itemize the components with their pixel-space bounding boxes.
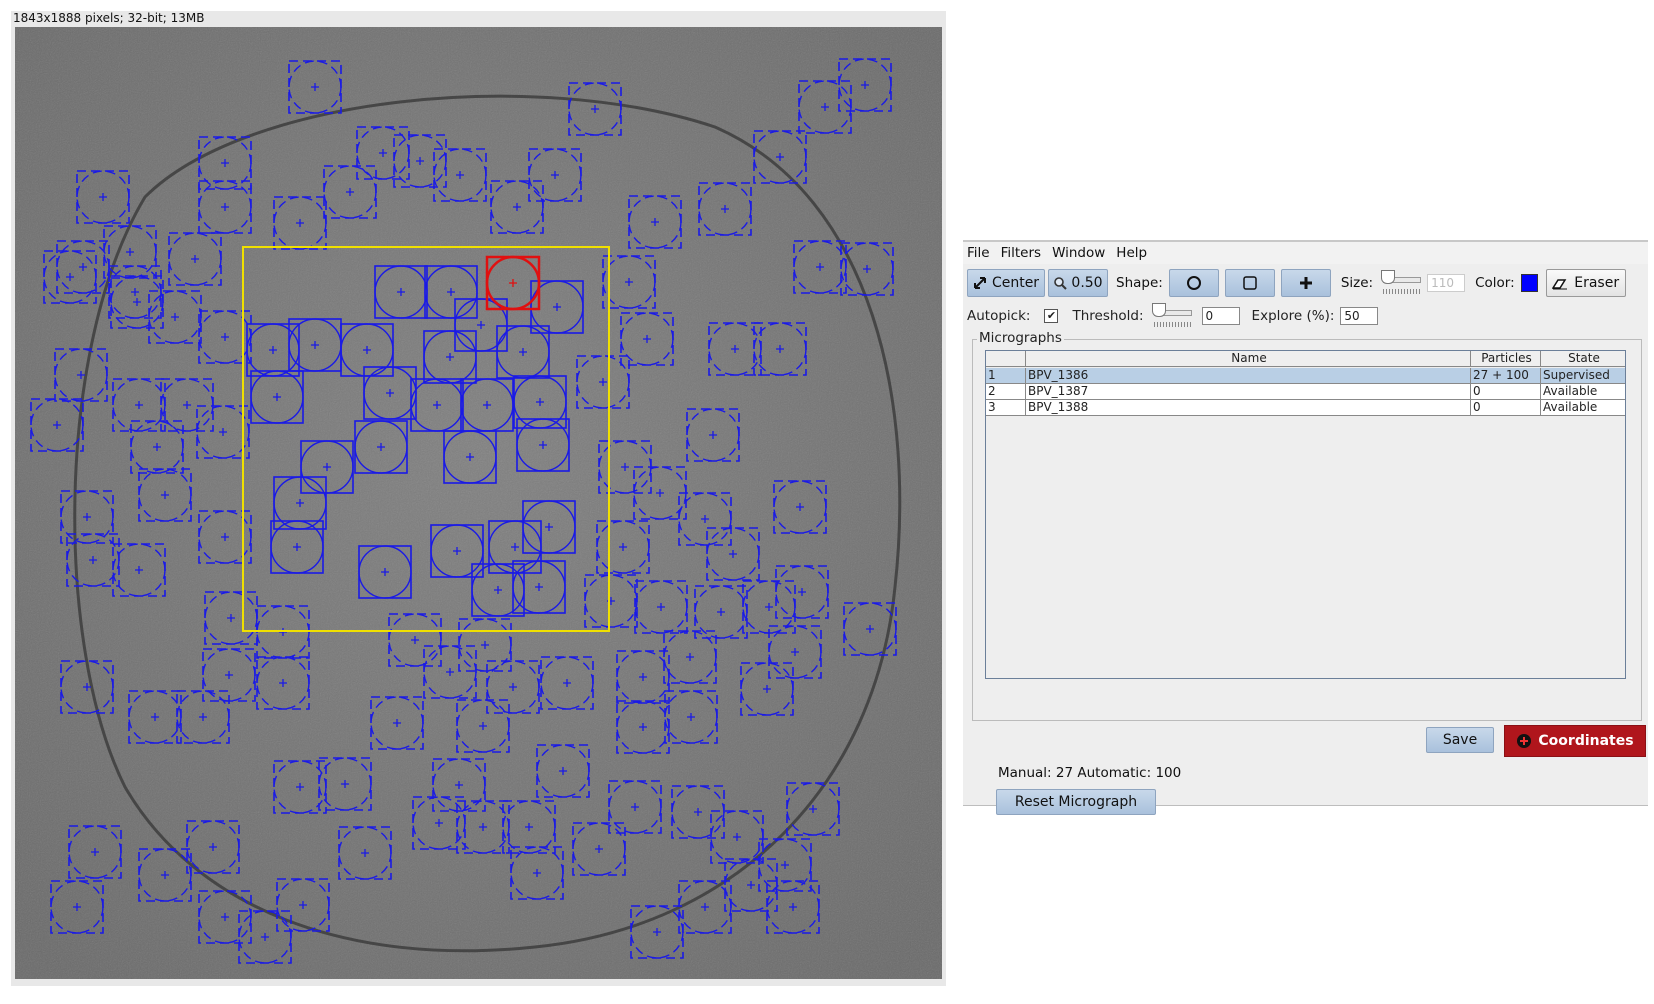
micrograph-image[interactable] [15,27,942,979]
menu-help[interactable]: Help [1112,245,1154,261]
crosshair-arrows-icon [973,277,986,289]
column-header-state[interactable]: State [1541,351,1625,367]
explore-field[interactable]: 50 [1340,307,1379,325]
autopick-checkbox[interactable]: ✔ [1044,309,1059,323]
row-name: BPV_1388 [1026,400,1471,416]
row-particles: 27 + 100 [1471,368,1541,384]
row-particles: 0 [1471,400,1541,416]
size-field[interactable]: 110 [1427,274,1466,292]
table-row[interactable]: 1 BPV_1386 27 + 100 Supervised [986,368,1625,384]
micrograph-noise [15,27,942,979]
column-header-particles[interactable]: Particles [1471,351,1541,367]
shape-label: Shape: [1116,275,1163,291]
shape-circle-button[interactable] [1168,269,1219,297]
row-index: 2 [986,384,1026,400]
eraser-icon [1552,279,1568,290]
row-name: BPV_1386 [1026,368,1471,384]
menu-window[interactable]: Window [1048,245,1112,261]
coordinates-button[interactable]: Coordinates [1504,725,1646,757]
threshold-field[interactable]: 0 [1201,307,1240,325]
micrograph-canvas[interactable] [15,27,942,979]
plus-icon [1299,277,1312,289]
table-row[interactable]: 3 BPV_1388 0 Available [986,400,1625,416]
menu-bar: File Filters Window Help [963,242,1648,264]
autopick-row: Autopick: ✔ Threshold: 0 Explore (%): 50 [967,302,1644,330]
row-state: Available [1541,400,1625,416]
table-header: Name Particles State [986,351,1625,367]
column-header-index[interactable] [986,351,1026,367]
zoom-value: 0.50 [1071,275,1103,291]
reset-micrograph-button[interactable]: Reset Micrograph [996,789,1156,815]
eraser-button[interactable]: Eraser [1545,269,1626,297]
table-row[interactable]: 2 BPV_1387 0 Available [986,384,1625,400]
autopick-label: Autopick: [967,308,1031,324]
size-slider[interactable] [1379,269,1425,297]
micrographs-group: Micrographs Name Particles State 1 BPV_1… [972,330,1642,815]
center-label: Center [991,275,1040,291]
row-state: Available [1541,384,1625,400]
menu-filters[interactable]: Filters [997,245,1048,261]
micrographs-table: Name Particles State 1 BPV_1386 27 + 100… [985,350,1626,679]
color-swatch[interactable] [1520,274,1538,292]
threshold-slider[interactable] [1150,302,1196,330]
explore-label: Explore (%): [1251,308,1335,324]
image-window: 1843x1888 pixels; 32-bit; 13MB [11,11,946,986]
threshold-label: Threshold: [1072,308,1144,324]
coordinates-label: Coordinates [1538,733,1634,749]
shape-plus-button[interactable] [1280,269,1331,297]
color-label: Color: [1475,275,1515,291]
shape-square-button[interactable] [1224,269,1275,297]
particle-counts: Manual: 27 Automatic: 100 [998,765,1182,781]
row-particles: 0 [1471,384,1541,400]
row-name: BPV_1387 [1026,384,1471,400]
magnifier-icon [1054,277,1068,290]
row-state: Supervised [1541,368,1625,384]
toolbar: Center 0.50 Shape: Size: 110 Color: Eras… [967,267,1644,299]
size-label: Size: [1340,275,1374,291]
square-icon [1243,276,1257,290]
eraser-label: Eraser [1574,275,1620,291]
image-info: 1843x1888 pixels; 32-bit; 13MB [13,11,205,25]
row-index: 3 [986,400,1026,416]
circle-icon [1186,276,1201,290]
menu-file[interactable]: File [963,245,997,261]
add-circle-icon [1517,734,1532,748]
center-button[interactable]: Center [967,269,1045,297]
row-index: 1 [986,368,1026,384]
picker-panel: File Filters Window Help Center 0.50 Sha… [963,240,1648,815]
zoom-button[interactable]: 0.50 [1048,269,1108,297]
micrographs-title: Micrographs [977,330,1064,346]
save-button[interactable]: Save [1426,727,1494,753]
column-header-name[interactable]: Name [1026,351,1471,367]
